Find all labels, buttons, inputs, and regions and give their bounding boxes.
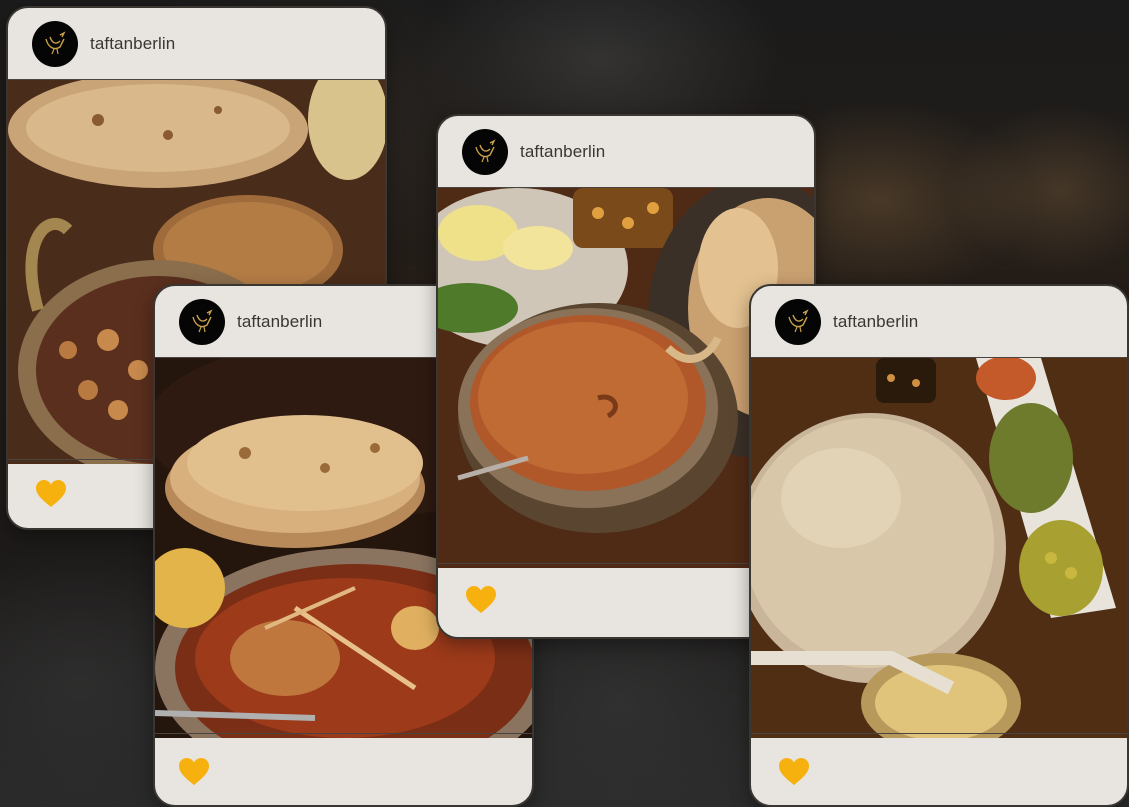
post-header: taftanberlin	[438, 116, 814, 188]
bird-logo-icon	[45, 30, 66, 54]
like-button[interactable]	[179, 758, 209, 786]
heart-icon	[36, 480, 66, 507]
username[interactable]: taftanberlin	[90, 34, 175, 54]
username[interactable]: taftanberlin	[833, 312, 918, 332]
like-button[interactable]	[779, 758, 809, 786]
heart-icon	[466, 586, 496, 613]
avatar[interactable]	[462, 128, 508, 175]
post-header: taftanberlin	[751, 286, 1127, 358]
post-card-bhature[interactable]: taftanberlin	[749, 284, 1129, 807]
avatar[interactable]	[775, 298, 821, 345]
username[interactable]: taftanberlin	[520, 142, 605, 162]
post-header: taftanberlin	[8, 8, 385, 80]
post-footer	[751, 733, 1127, 805]
like-button[interactable]	[466, 586, 496, 614]
feed-collage: taftanberlin taftanberlin taftanberlin t…	[0, 0, 1129, 807]
bird-logo-icon	[192, 308, 213, 332]
post-photo	[751, 358, 1127, 738]
heart-icon	[779, 758, 809, 785]
bird-logo-icon	[475, 138, 496, 162]
heart-icon	[179, 758, 209, 785]
username[interactable]: taftanberlin	[237, 312, 322, 332]
avatar[interactable]	[179, 298, 225, 345]
like-button[interactable]	[36, 480, 66, 508]
bird-logo-icon	[788, 308, 809, 332]
avatar[interactable]	[32, 20, 78, 67]
post-footer	[155, 733, 532, 805]
